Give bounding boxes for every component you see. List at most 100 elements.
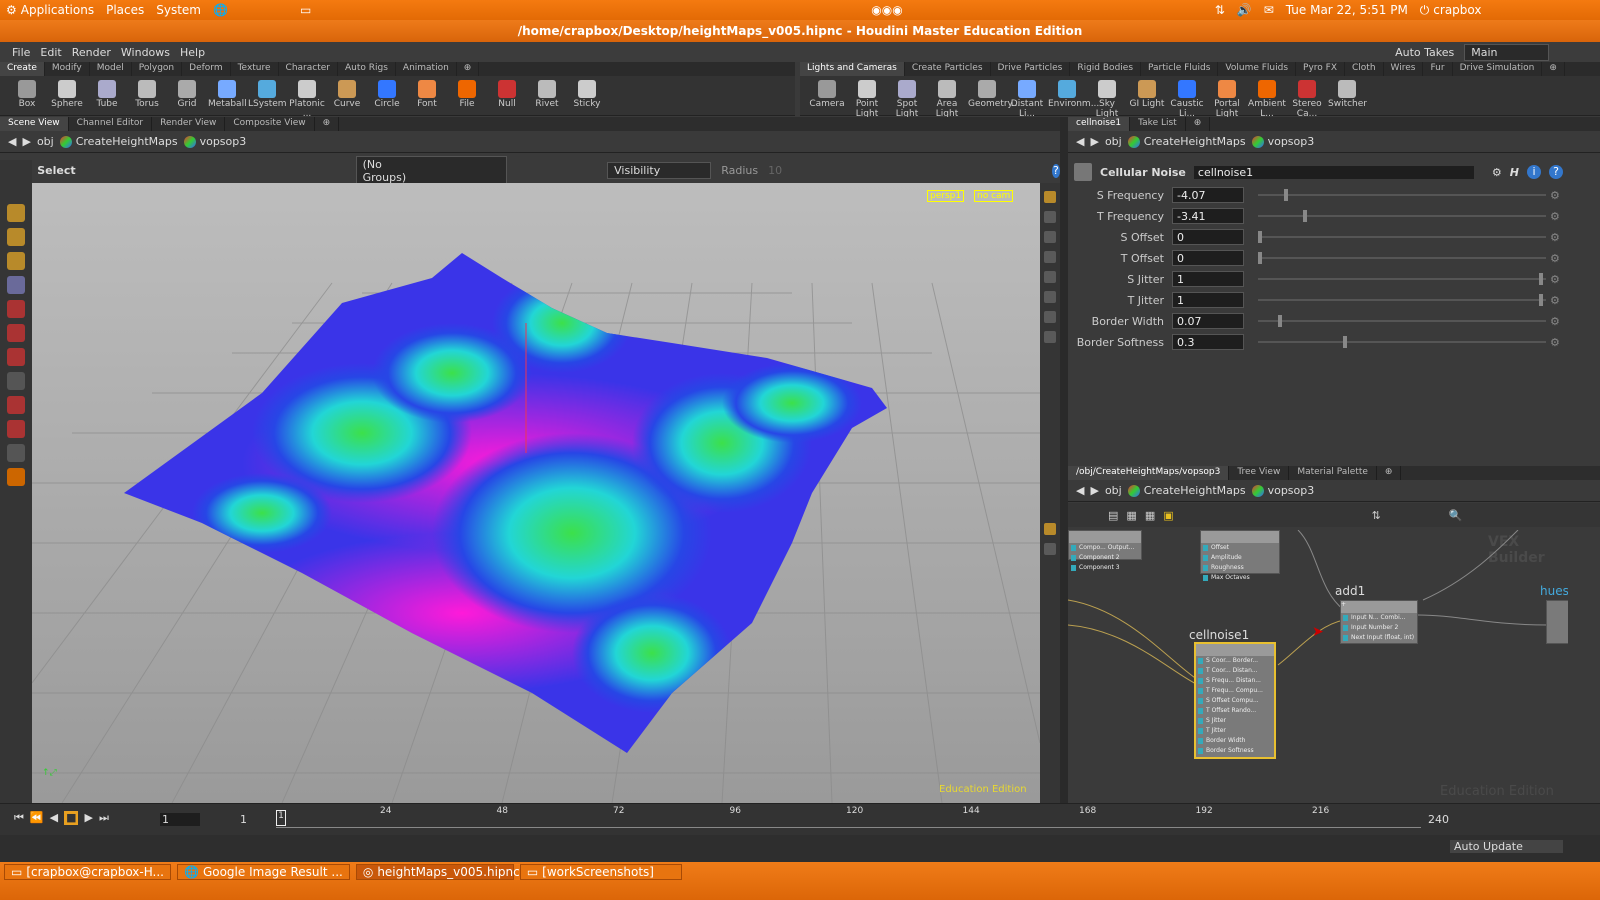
shelf-tab-deform[interactable]: Deform [182, 62, 231, 76]
add-shelf-icon[interactable]: ⊕ [1542, 62, 1565, 76]
tool-grid[interactable]: Grid [168, 78, 206, 119]
tool-sticky[interactable]: Sticky [568, 78, 606, 119]
tool-environm[interactable]: Environm... [1048, 78, 1099, 119]
param-value-field[interactable]: 1 [1172, 292, 1244, 308]
forward-icon[interactable]: ▶ [1090, 135, 1098, 148]
snap-icon[interactable] [1044, 331, 1056, 343]
channel-icon[interactable]: ⚙ [1550, 273, 1560, 286]
shelf-tab-model[interactable]: Model [90, 62, 132, 76]
node-port[interactable]: S Jitter [1196, 716, 1274, 726]
path-createheightmaps[interactable]: CreateHeightMaps [1127, 135, 1246, 148]
shelf-tab-texture[interactable]: Texture [231, 62, 279, 76]
tool-ambient-l[interactable]: Ambient L... [1248, 78, 1286, 119]
shelf-tab-create-particles[interactable]: Create Particles [905, 62, 991, 76]
node-port[interactable]: T Jitter [1196, 726, 1274, 736]
wire-icon[interactable] [1044, 271, 1056, 283]
node-port[interactable]: Input N... Combi... [1341, 613, 1417, 623]
node-name-field[interactable]: cellnoise1 [1193, 165, 1474, 179]
places-menu[interactable]: Places [100, 3, 150, 17]
layout-icon[interactable] [1044, 523, 1056, 535]
user-menu[interactable]: ⏻ crapbox [1414, 3, 1488, 18]
start-frame-field[interactable]: 1 [240, 813, 270, 826]
node-port[interactable]: Compo... Output... [1069, 543, 1141, 553]
channel-icon[interactable]: ⚙ [1550, 336, 1560, 349]
add-tab-button[interactable]: ⊕ [1186, 117, 1211, 131]
tool-portal-light[interactable]: Portal Light [1208, 78, 1246, 119]
display-options-icon[interactable] [1044, 191, 1056, 203]
brush-tool-icon[interactable] [7, 204, 25, 222]
select-tool-icon[interactable] [7, 276, 25, 294]
task-folder[interactable]: ▭ [workScreenshots] [519, 864, 682, 880]
tool-point-light[interactable]: Point Light [848, 78, 886, 119]
slider-handle[interactable] [1258, 252, 1262, 264]
tool-caustic-li[interactable]: Caustic Li... [1168, 78, 1206, 119]
node-port[interactable]: Amplitude [1201, 553, 1279, 563]
node-port[interactable]: S Frequ... Distan... [1196, 676, 1274, 686]
tab-tree-view[interactable]: Tree View [1229, 466, 1290, 480]
param-value-field[interactable]: 0.07 [1172, 313, 1244, 329]
tool-file[interactable]: File [448, 78, 486, 119]
paint-tool-icon[interactable] [7, 228, 25, 246]
node-port[interactable]: Component 2 [1069, 553, 1141, 563]
shelf-tab-lights-and-cameras[interactable]: Lights and Cameras [800, 62, 905, 76]
clock[interactable]: Tue Mar 22, 5:51 PM [1280, 3, 1414, 17]
node-port[interactable]: T Offset Rando... [1196, 706, 1274, 716]
rotate-tool-icon[interactable] [7, 324, 25, 342]
applications-menu[interactable]: ⚙ Applications [0, 3, 100, 17]
magnet-tool-icon[interactable] [7, 420, 25, 438]
menu-edit[interactable]: Edit [40, 46, 61, 59]
volume-icon[interactable]: 🔊 [1231, 3, 1258, 17]
node-port[interactable]: T Frequ... Compu... [1196, 686, 1274, 696]
slider-handle[interactable] [1277, 315, 1282, 327]
auto-update-select[interactable]: Auto Update [1450, 840, 1563, 853]
firefox-launcher-icon[interactable]: 🌐 [207, 3, 234, 17]
gear-icon[interactable]: ⚙ [1492, 166, 1502, 179]
path-vopsop3[interactable]: vopsop3 [183, 135, 246, 148]
path-obj[interactable]: obj [1105, 484, 1122, 497]
network-icon[interactable]: ⇅ [1209, 3, 1231, 17]
tool-box[interactable]: Box [8, 78, 46, 119]
param-value-field[interactable]: -3.41 [1172, 208, 1244, 224]
tool-platonic[interactable]: Platonic ... [288, 78, 326, 119]
tool-sky-light[interactable]: Sky Light [1088, 78, 1126, 119]
add-tab-button[interactable]: ⊕ [1377, 466, 1402, 480]
houdini-help-icon[interactable]: H [1510, 166, 1519, 179]
mail-icon[interactable]: ✉ [1258, 3, 1280, 17]
stop-icon[interactable]: ■ [64, 811, 79, 825]
forward-icon[interactable]: ▶ [22, 135, 30, 148]
shelf-tab-auto-rigs[interactable]: Auto Rigs [338, 62, 396, 76]
camera-icon[interactable] [1044, 211, 1056, 223]
list-icon[interactable]: ▤ [1108, 509, 1118, 522]
sculpt-tool-icon[interactable] [7, 252, 25, 270]
task-houdini[interactable]: ◎ heightMaps_v005.hipnc [355, 864, 520, 880]
shelf-tab-cloth[interactable]: Cloth [1345, 62, 1384, 76]
param-slider[interactable] [1258, 231, 1546, 243]
terminal-launcher-icon[interactable]: ▭ [294, 3, 317, 17]
points-icon[interactable] [1044, 291, 1056, 303]
tool-circle[interactable]: Circle [368, 78, 406, 119]
light-icon[interactable] [1044, 231, 1056, 243]
path-createheightmaps[interactable]: CreateHeightMaps [1127, 484, 1246, 497]
hues-node[interactable] [1546, 600, 1568, 644]
float-to-vector-node[interactable]: Compo... Output... Component 2 Component 3 [1068, 530, 1142, 571]
param-slider[interactable] [1258, 294, 1546, 306]
param-value-field[interactable]: 1 [1172, 271, 1244, 287]
menu-help[interactable]: Help [180, 46, 205, 59]
shelf-tab-fur[interactable]: Fur [1423, 62, 1453, 76]
param-value-field[interactable]: -4.07 [1172, 187, 1244, 203]
node-port[interactable]: Next Input (float, int) [1341, 633, 1417, 643]
zoom-icon[interactable]: 🔍 [1449, 509, 1463, 522]
step-back-icon[interactable]: ⏪ [30, 811, 44, 825]
tool-camera[interactable]: Camera [808, 78, 846, 119]
tab-network[interactable]: /obj/CreateHeightMaps/vopsop3 [1068, 466, 1230, 480]
shade-icon[interactable] [1044, 251, 1056, 263]
path-vopsop3[interactable]: vopsop3 [1251, 135, 1314, 148]
record-icon[interactable] [1044, 543, 1056, 555]
tab-material-palette[interactable]: Material Palette [1289, 466, 1377, 480]
param-slider[interactable] [1258, 189, 1546, 201]
param-slider[interactable] [1258, 252, 1546, 264]
slider-handle[interactable] [1539, 294, 1544, 306]
path-vopsop3[interactable]: vopsop3 [1251, 484, 1314, 497]
back-icon[interactable]: ◀ [8, 135, 16, 148]
radius-field[interactable]: 10 [768, 164, 792, 177]
